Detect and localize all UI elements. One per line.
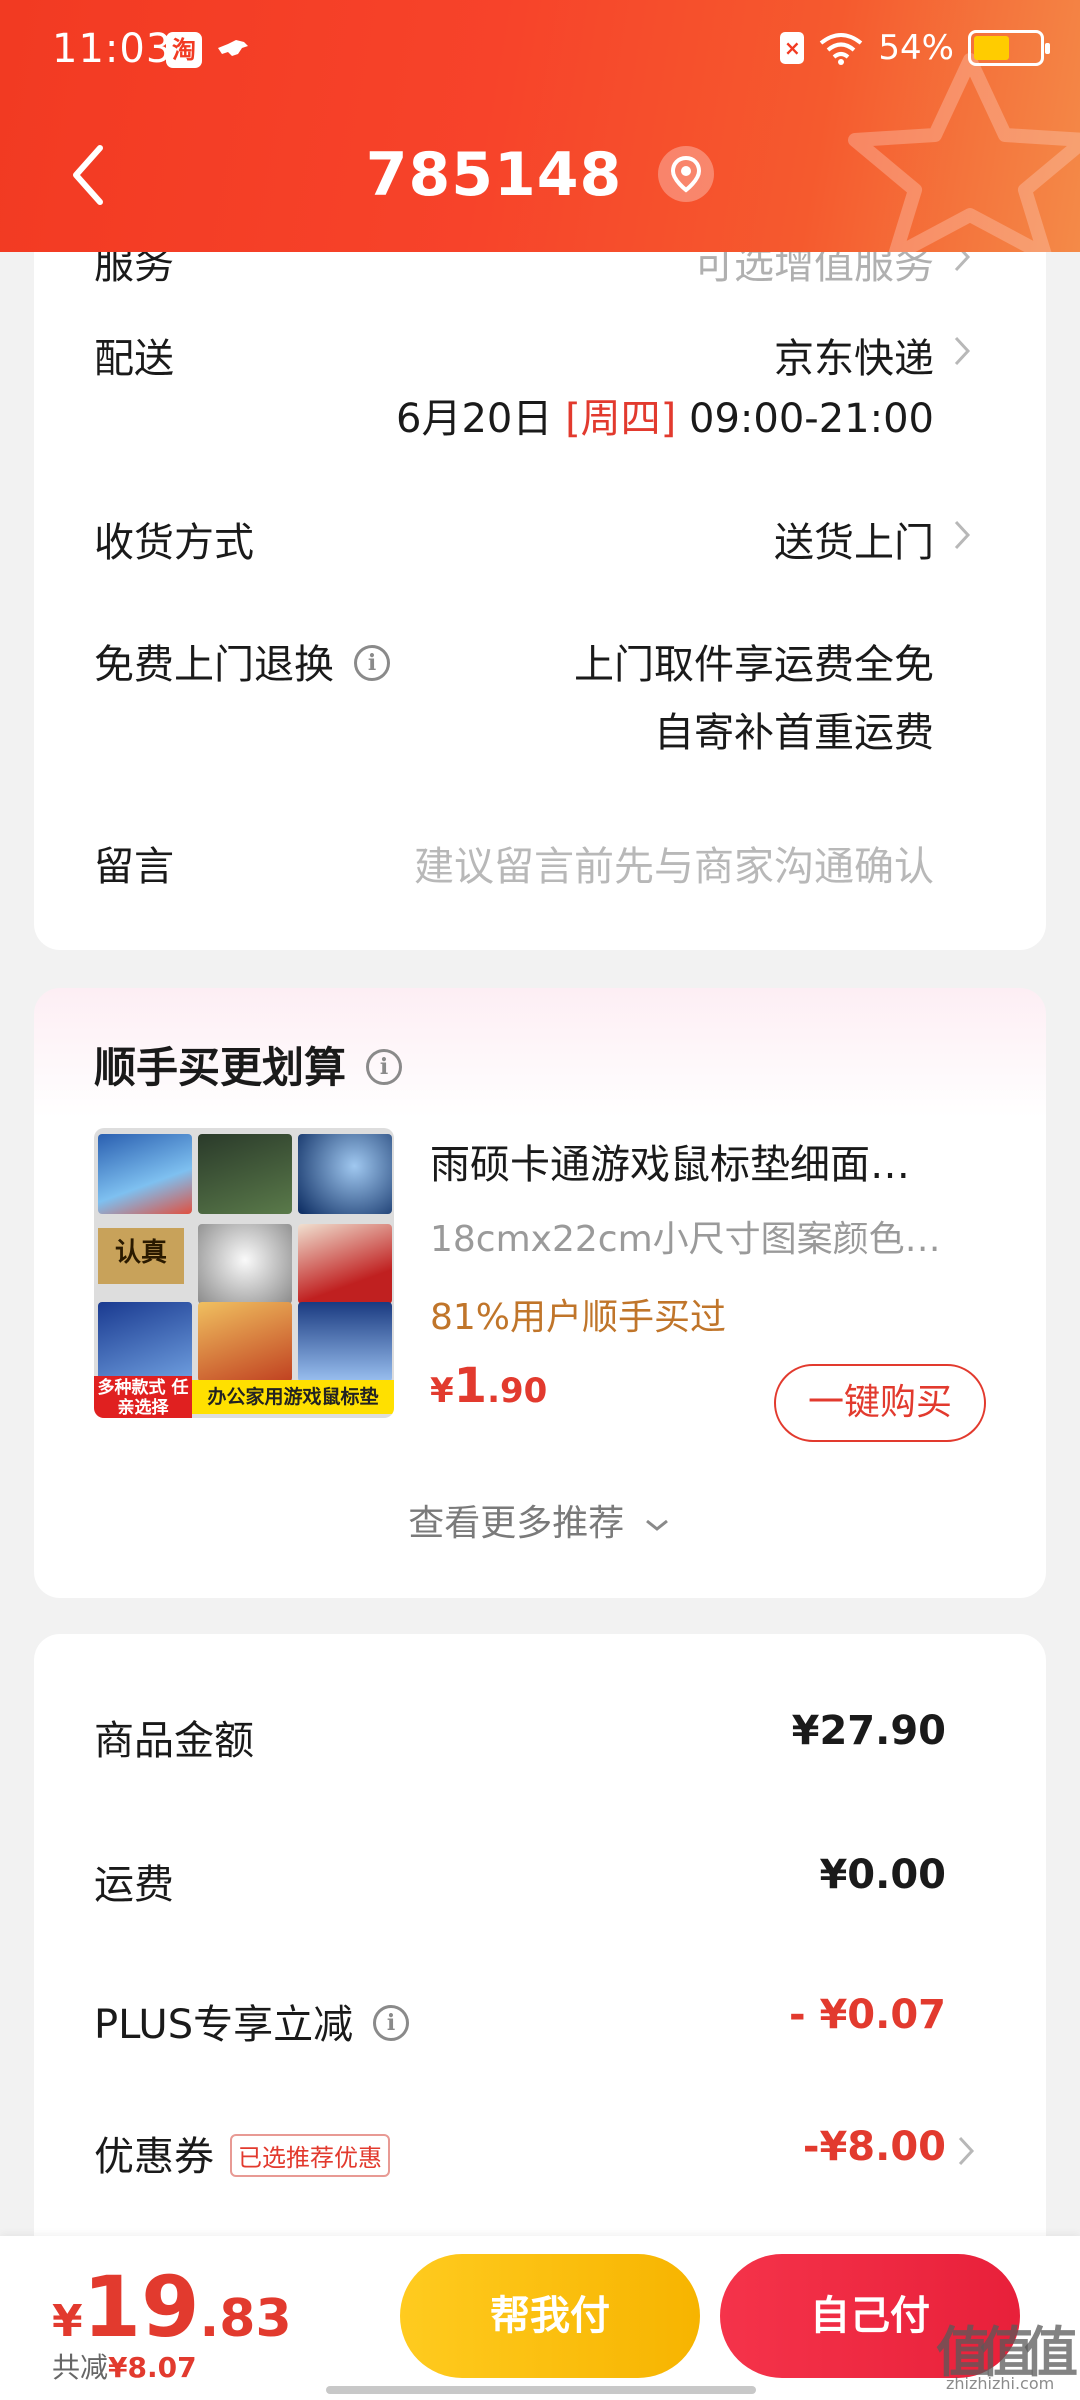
receive-method-label: 收货方式 xyxy=(94,520,254,566)
image-tile xyxy=(298,1224,392,1304)
product-image[interactable]: 认真 多种款式 任亲选择 办公家用游戏鼠标垫 xyxy=(94,1128,394,1418)
total-integer: 19 xyxy=(82,2258,200,2356)
free-return-label: 免费上门退换 i xyxy=(94,632,390,690)
shipping-fee-label: 运费 xyxy=(94,1862,174,1908)
delivery-hours: 09:00-21:00 xyxy=(689,396,934,442)
free-return-line2: 自寄补首重运费 xyxy=(654,710,934,756)
info-icon[interactable]: i xyxy=(354,645,390,681)
home-indicator[interactable] xyxy=(326,2386,756,2394)
delivery-time: 6月20日 [周四] 09:00-21:00 xyxy=(396,386,934,444)
price-integer: 1 xyxy=(453,1358,488,1414)
watermark-url: zhizhizhi.com xyxy=(946,2374,1055,2393)
address-title[interactable]: 785148 xyxy=(0,140,1080,210)
recommend-title: 顺手买更划算 i xyxy=(94,1034,403,1095)
chevron-down-icon xyxy=(645,1519,668,1531)
image-tag-usage: 办公家用游戏鼠标垫 xyxy=(192,1380,394,1414)
image-tile xyxy=(298,1302,392,1382)
checkout-bar: ¥19.83 共减¥8.07 帮我付 自己付 值 值 值 zhizhizhi.c… xyxy=(0,2236,1080,2400)
more-recommend-link[interactable]: 查看更多推荐 xyxy=(34,1494,1046,1546)
image-tile xyxy=(298,1134,392,1214)
info-icon[interactable]: i xyxy=(366,1048,403,1085)
saved-label: 共减 xyxy=(52,2351,109,2384)
delivery-date: 6月20日 xyxy=(396,396,553,442)
image-tile xyxy=(98,1302,192,1382)
goods-amount-value: ¥27.90 xyxy=(791,1708,946,1754)
coupon-label-text: 优惠券 xyxy=(94,2134,214,2180)
free-return-label-text: 免费上门退换 xyxy=(94,642,334,688)
coupon-value: -¥8.00 xyxy=(802,2124,946,2170)
chevron-right-icon xyxy=(954,520,971,550)
message-input[interactable]: 建议留言前先与商家沟通确认 xyxy=(414,834,934,892)
price-currency: ¥ xyxy=(430,1371,454,1411)
shipping-fee-value: ¥0.00 xyxy=(819,1852,946,1898)
price-decimal: .90 xyxy=(487,1371,548,1411)
one-click-buy-button[interactable]: 一键购买 xyxy=(774,1364,986,1442)
saved-value: ¥8.07 xyxy=(108,2351,197,2384)
status-bar: 11:03 淘 × 54% xyxy=(0,0,1080,100)
recommend-card: 顺手买更划算 i 认真 多种款式 任亲选择 办公家用游戏鼠标垫 雨硕卡通游戏鼠标垫… xyxy=(34,988,1046,1598)
recommend-title-text: 顺手买更划算 xyxy=(94,1043,347,1092)
total-saved: 共减¥8.07 xyxy=(52,2346,197,2386)
delivery-weekday: [周四] xyxy=(565,396,677,442)
taobao-notification-icon: 淘 xyxy=(166,32,202,68)
total-decimal: .83 xyxy=(199,2289,292,2349)
product-price: ¥1.90 xyxy=(430,1358,547,1414)
help-me-pay-button[interactable]: 帮我付 xyxy=(400,2254,700,2378)
app-header: 11:03 淘 × 54% 785148 xyxy=(0,0,1080,252)
plus-discount-label: PLUS专享立减 i xyxy=(94,1992,410,2050)
free-return-line1: 上门取件享运费全免 xyxy=(574,642,934,688)
chevron-right-icon xyxy=(958,2136,975,2166)
battery-level-fill xyxy=(974,36,1009,60)
message-label: 留言 xyxy=(94,844,174,890)
chevron-right-icon xyxy=(954,336,971,366)
order-info-card: 服务 可选增值服务 配送 京东快递 6月20日 [周四] 09:00-21:00… xyxy=(34,200,1046,950)
wifi-icon xyxy=(820,33,863,65)
price-summary-card: 商品金额 ¥27.90 运费 ¥0.00 PLUS专享立减 i - ¥0.07 优… xyxy=(34,1634,1046,2274)
image-tile xyxy=(198,1134,292,1214)
jd-dog-notification-icon xyxy=(218,40,248,56)
image-tile xyxy=(198,1224,292,1304)
delivery-carrier: 京东快递 xyxy=(774,336,934,382)
address-code: 785148 xyxy=(365,140,623,210)
image-tile xyxy=(198,1302,292,1382)
no-sim-icon: × xyxy=(780,32,805,64)
receive-method-value: 送货上门 xyxy=(774,520,934,566)
image-tag-top: 认真 xyxy=(98,1228,184,1284)
total-price: ¥19.83 xyxy=(52,2258,292,2356)
product-spec[interactable]: 18cmx22cm小尺寸图案颜色… xyxy=(430,1210,990,1262)
location-pin-icon[interactable] xyxy=(658,146,715,203)
delivery-label: 配送 xyxy=(94,336,174,382)
product-name[interactable]: 雨硕卡通游戏鼠标垫细面… xyxy=(430,1132,990,1190)
coupon-recommended-tag: 已选推荐优惠 xyxy=(230,2133,390,2177)
coupon-label: 优惠券 已选推荐优惠 xyxy=(94,2124,390,2182)
battery-percent: 54% xyxy=(878,28,954,68)
product-buy-hint: 81%用户顺手买过 xyxy=(430,1297,727,1338)
plus-discount-value: - ¥0.07 xyxy=(788,1992,946,2038)
info-icon[interactable]: i xyxy=(373,2005,410,2041)
plus-discount-label-text: PLUS专享立减 xyxy=(94,2002,354,2048)
battery-icon xyxy=(968,30,1050,66)
watermark: 值 值 值 zhizhizhi.com xyxy=(936,2308,1078,2398)
image-tag-styles: 多种款式 任亲选择 xyxy=(94,1376,192,1418)
image-tile xyxy=(98,1134,192,1214)
total-currency: ¥ xyxy=(52,2296,83,2347)
goods-amount-label: 商品金额 xyxy=(94,1718,254,1764)
status-time: 11:03 xyxy=(52,26,173,72)
more-recommend-label: 查看更多推荐 xyxy=(408,1503,625,1544)
